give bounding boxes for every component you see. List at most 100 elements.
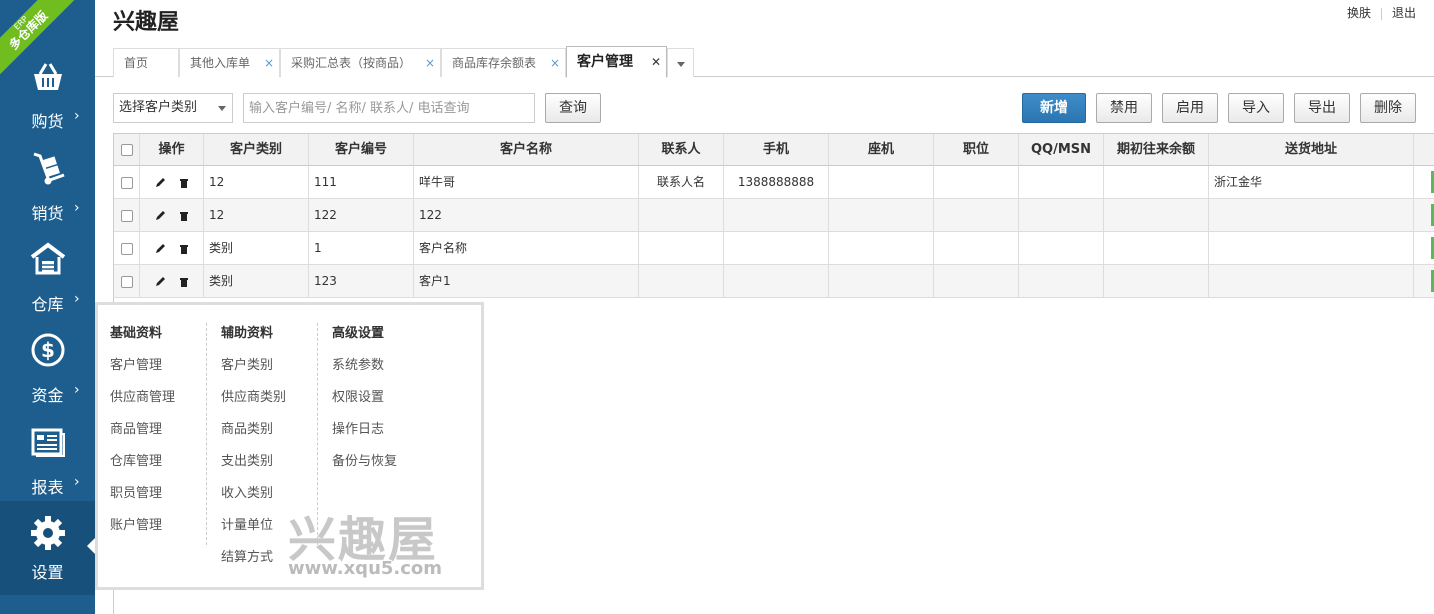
- cell-balance: [1104, 166, 1209, 198]
- select-value: 选择客户类别: [119, 100, 198, 115]
- tab-inventory-balance[interactable]: 商品库存余额表 ×: [441, 48, 566, 77]
- menu-item[interactable]: 供应商管理: [110, 386, 175, 405]
- cell-position: [934, 166, 1019, 198]
- menu-item[interactable]: 供应商类别: [221, 386, 286, 405]
- menu-item[interactable]: 操作日志: [332, 418, 384, 437]
- query-button[interactable]: 查询: [545, 93, 601, 123]
- tab-customer-management[interactable]: 客户管理 ✕: [566, 46, 667, 78]
- select-all-checkbox[interactable]: [120, 143, 133, 156]
- cell-balance: [1104, 265, 1209, 297]
- sidebar-item-sales[interactable]: 销货 ›: [0, 140, 95, 232]
- cell-address: [1209, 265, 1414, 297]
- sidebar-item-purchase[interactable]: 购货 ›: [0, 48, 95, 140]
- menu-column-title: 辅助资料: [221, 326, 274, 341]
- column-header[interactable]: 职位: [934, 134, 1019, 165]
- menu-item[interactable]: 计量单位: [221, 514, 273, 533]
- menu-item[interactable]: 客户类别: [221, 354, 273, 373]
- cell-balance: [1104, 199, 1209, 231]
- trash-icon[interactable]: [177, 242, 191, 256]
- sidebar-item-label: 报表: [31, 478, 64, 497]
- add-button[interactable]: 新增: [1022, 93, 1086, 123]
- sidebar-item-label: 仓库: [31, 295, 64, 314]
- tab-other-stock-in[interactable]: 其他入库单 ×: [179, 48, 280, 77]
- close-icon[interactable]: ×: [264, 49, 274, 77]
- skin-link[interactable]: 换肤: [1347, 6, 1371, 20]
- menu-item[interactable]: 备份与恢复: [332, 450, 397, 469]
- edit-icon[interactable]: [153, 242, 167, 256]
- column-header[interactable]: 客户编号: [309, 134, 414, 165]
- column-header[interactable]: 手机: [724, 134, 829, 165]
- chevron-right-icon: ›: [74, 474, 80, 490]
- close-icon[interactable]: ×: [425, 49, 435, 77]
- row-select-cell: [114, 199, 140, 231]
- cell-code: 122: [309, 199, 414, 231]
- column-header[interactable]: 客户类别: [204, 134, 309, 165]
- sidebar-item-settings[interactable]: 设置: [0, 501, 95, 595]
- column-header[interactable]: QQ/MSN: [1019, 134, 1104, 165]
- delete-button[interactable]: 删除: [1360, 93, 1416, 123]
- enable-button[interactable]: 启用: [1162, 93, 1218, 123]
- menu-item[interactable]: 商品管理: [110, 418, 162, 437]
- tab-home[interactable]: 首页: [113, 48, 179, 77]
- table-row[interactable]: 12 111 咩牛哥 联系人名 1388888888 浙江金华: [114, 166, 1434, 199]
- edit-icon[interactable]: [153, 209, 167, 223]
- trash-icon[interactable]: [177, 209, 191, 223]
- logout-link[interactable]: 退出: [1392, 6, 1416, 20]
- menu-item[interactable]: 结算方式: [221, 546, 273, 565]
- cell-code: 111: [309, 166, 414, 198]
- menu-item[interactable]: 账户管理: [110, 514, 162, 533]
- row-checkbox[interactable]: [120, 176, 133, 189]
- menu-item[interactable]: 支出类别: [221, 450, 273, 469]
- cell-phone: [829, 232, 934, 264]
- tab-more-button[interactable]: [667, 48, 694, 77]
- column-header[interactable]: 联系人: [639, 134, 724, 165]
- sidebar-item-label: 设置: [31, 563, 64, 582]
- tab-label: 采购汇总表（按商品）: [291, 56, 412, 70]
- row-actions: [140, 232, 204, 264]
- cell-mobile: 1388888888: [724, 166, 829, 198]
- menu-item[interactable]: 系统参数: [332, 354, 384, 373]
- app-title: 兴趣屋: [113, 10, 180, 35]
- row-checkbox[interactable]: [120, 209, 133, 222]
- table-row[interactable]: 类别 123 客户1: [114, 265, 1434, 298]
- column-header[interactable]: 客户名称: [414, 134, 639, 165]
- column-header[interactable]: 送货地址: [1209, 134, 1414, 165]
- close-icon[interactable]: ✕: [651, 47, 661, 77]
- sidebar-item-funds[interactable]: $ 资金 ›: [0, 322, 95, 414]
- disable-button[interactable]: 禁用: [1096, 93, 1152, 123]
- search-input[interactable]: [243, 93, 535, 123]
- trash-icon[interactable]: [177, 275, 191, 289]
- column-header[interactable]: 座机: [829, 134, 934, 165]
- import-button[interactable]: 导入: [1228, 93, 1284, 123]
- menu-item[interactable]: 权限设置: [332, 386, 384, 405]
- menu-item[interactable]: 收入类别: [221, 482, 273, 501]
- chevron-right-icon: ›: [74, 200, 80, 216]
- trash-icon[interactable]: [177, 176, 191, 190]
- shopping-basket-icon: [33, 63, 62, 90]
- menu-item[interactable]: 商品类别: [221, 418, 273, 437]
- menu-item[interactable]: 客户管理: [110, 354, 162, 373]
- tab-purchase-summary[interactable]: 采购汇总表（按商品） ×: [280, 48, 441, 77]
- cell-address: [1209, 199, 1414, 231]
- sidebar-item-label: 购货: [31, 112, 64, 131]
- edit-icon[interactable]: [153, 275, 167, 289]
- menu-item[interactable]: 职员管理: [110, 482, 162, 501]
- row-checkbox[interactable]: [120, 242, 133, 255]
- table-row[interactable]: 12 122 122: [114, 199, 1434, 232]
- sidebar-item-reports[interactable]: 报表 ›: [0, 414, 95, 506]
- export-button[interactable]: 导出: [1294, 93, 1350, 123]
- hand-truck-icon: [33, 152, 65, 185]
- menu-item[interactable]: 仓库管理: [110, 450, 162, 469]
- cell-phone: [829, 265, 934, 297]
- chevron-right-icon: ›: [74, 382, 80, 398]
- row-checkbox[interactable]: [120, 275, 133, 288]
- sidebar-item-warehouse[interactable]: 仓库 ›: [0, 231, 95, 323]
- column-header[interactable]: 期初往来余额: [1104, 134, 1209, 165]
- cell-position: [934, 199, 1019, 231]
- customer-category-select[interactable]: 选择客户类别: [113, 93, 233, 123]
- cell-phone: [829, 199, 934, 231]
- edit-icon[interactable]: [153, 176, 167, 190]
- table-row[interactable]: 类别 1 客户名称: [114, 232, 1434, 265]
- close-icon[interactable]: ×: [550, 49, 560, 77]
- cell-category: 12: [204, 199, 309, 231]
